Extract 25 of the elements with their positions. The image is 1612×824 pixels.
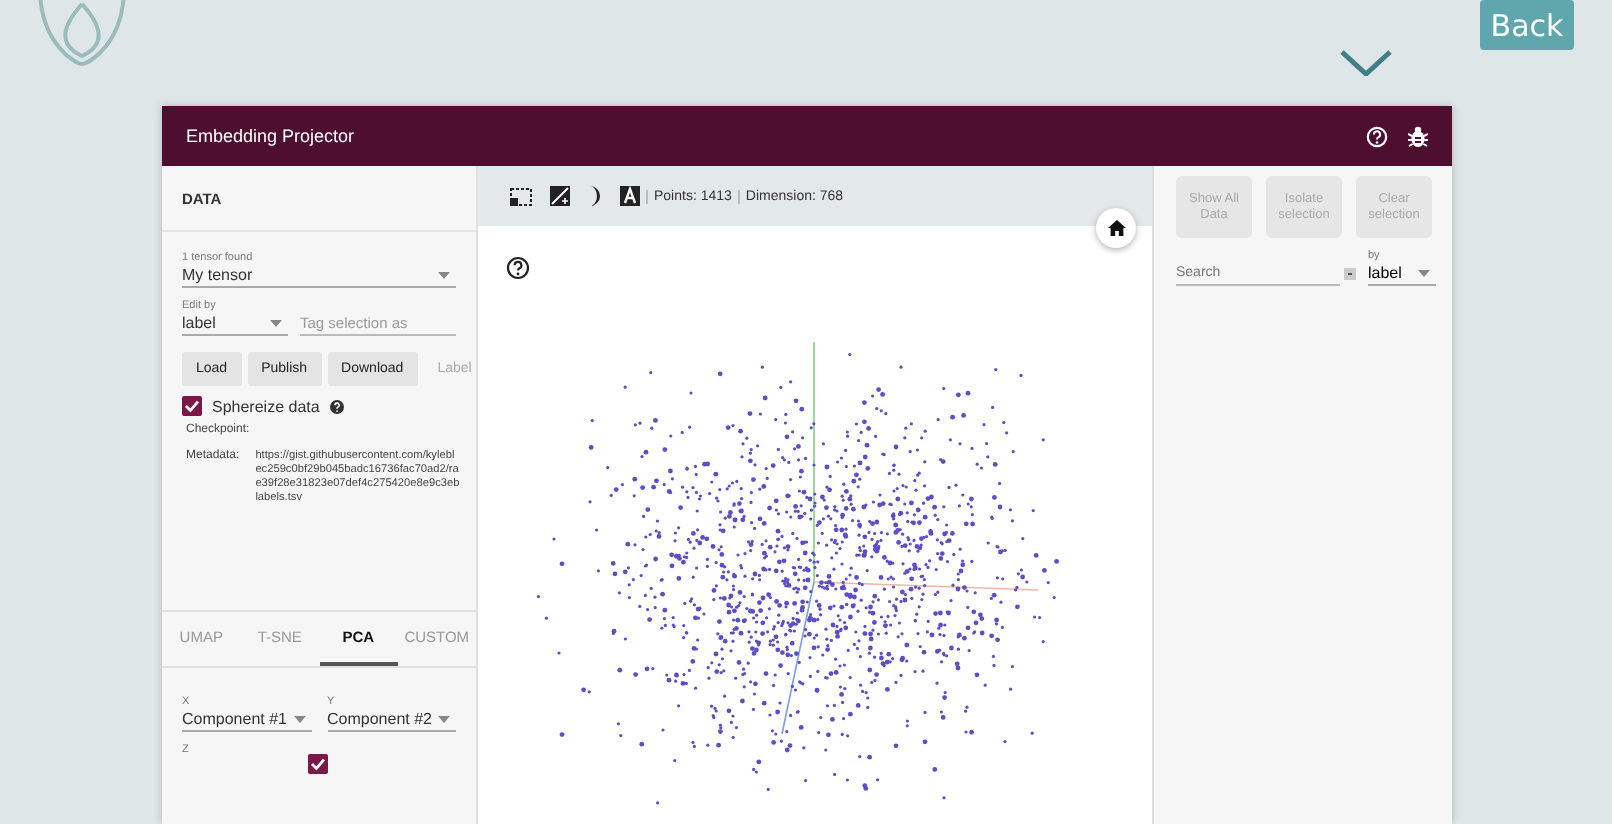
component-dropdown[interactable]: Component #2 [327, 708, 456, 732]
search-by-dropdown[interactable]: label [1368, 262, 1436, 286]
home-icon [1107, 220, 1125, 236]
caret-icon [1418, 269, 1430, 277]
bug-icon[interactable] [1408, 125, 1428, 147]
labels-icon[interactable] [620, 186, 640, 206]
moon-icon[interactable] [588, 186, 602, 206]
selection-icon[interactable] [510, 187, 532, 205]
caret-icon [438, 271, 450, 279]
logo-icon [36, 0, 128, 68]
help-icon[interactable] [329, 399, 344, 413]
z-checkbox[interactable] [308, 754, 329, 774]
scatter-plot-drawing[interactable] [536, 341, 1059, 805]
help-icon[interactable] [506, 256, 530, 280]
checkbox-label: Sphereize data [212, 397, 320, 415]
sphereize-checkbox[interactable] [182, 396, 202, 416]
caret-icon [270, 319, 282, 327]
home-button[interactable] [1096, 208, 1136, 248]
edit-by-dropdown[interactable]: label [182, 312, 288, 336]
chevron-down-icon[interactable] [1340, 50, 1392, 76]
tensor-dropdown[interactable]: My tensor [182, 264, 456, 288]
component-dropdown[interactable]: Component #1 [182, 708, 311, 732]
caret-icon [438, 715, 450, 723]
app-title: Embedding Projector [186, 126, 357, 146]
caret-icon [293, 715, 305, 723]
